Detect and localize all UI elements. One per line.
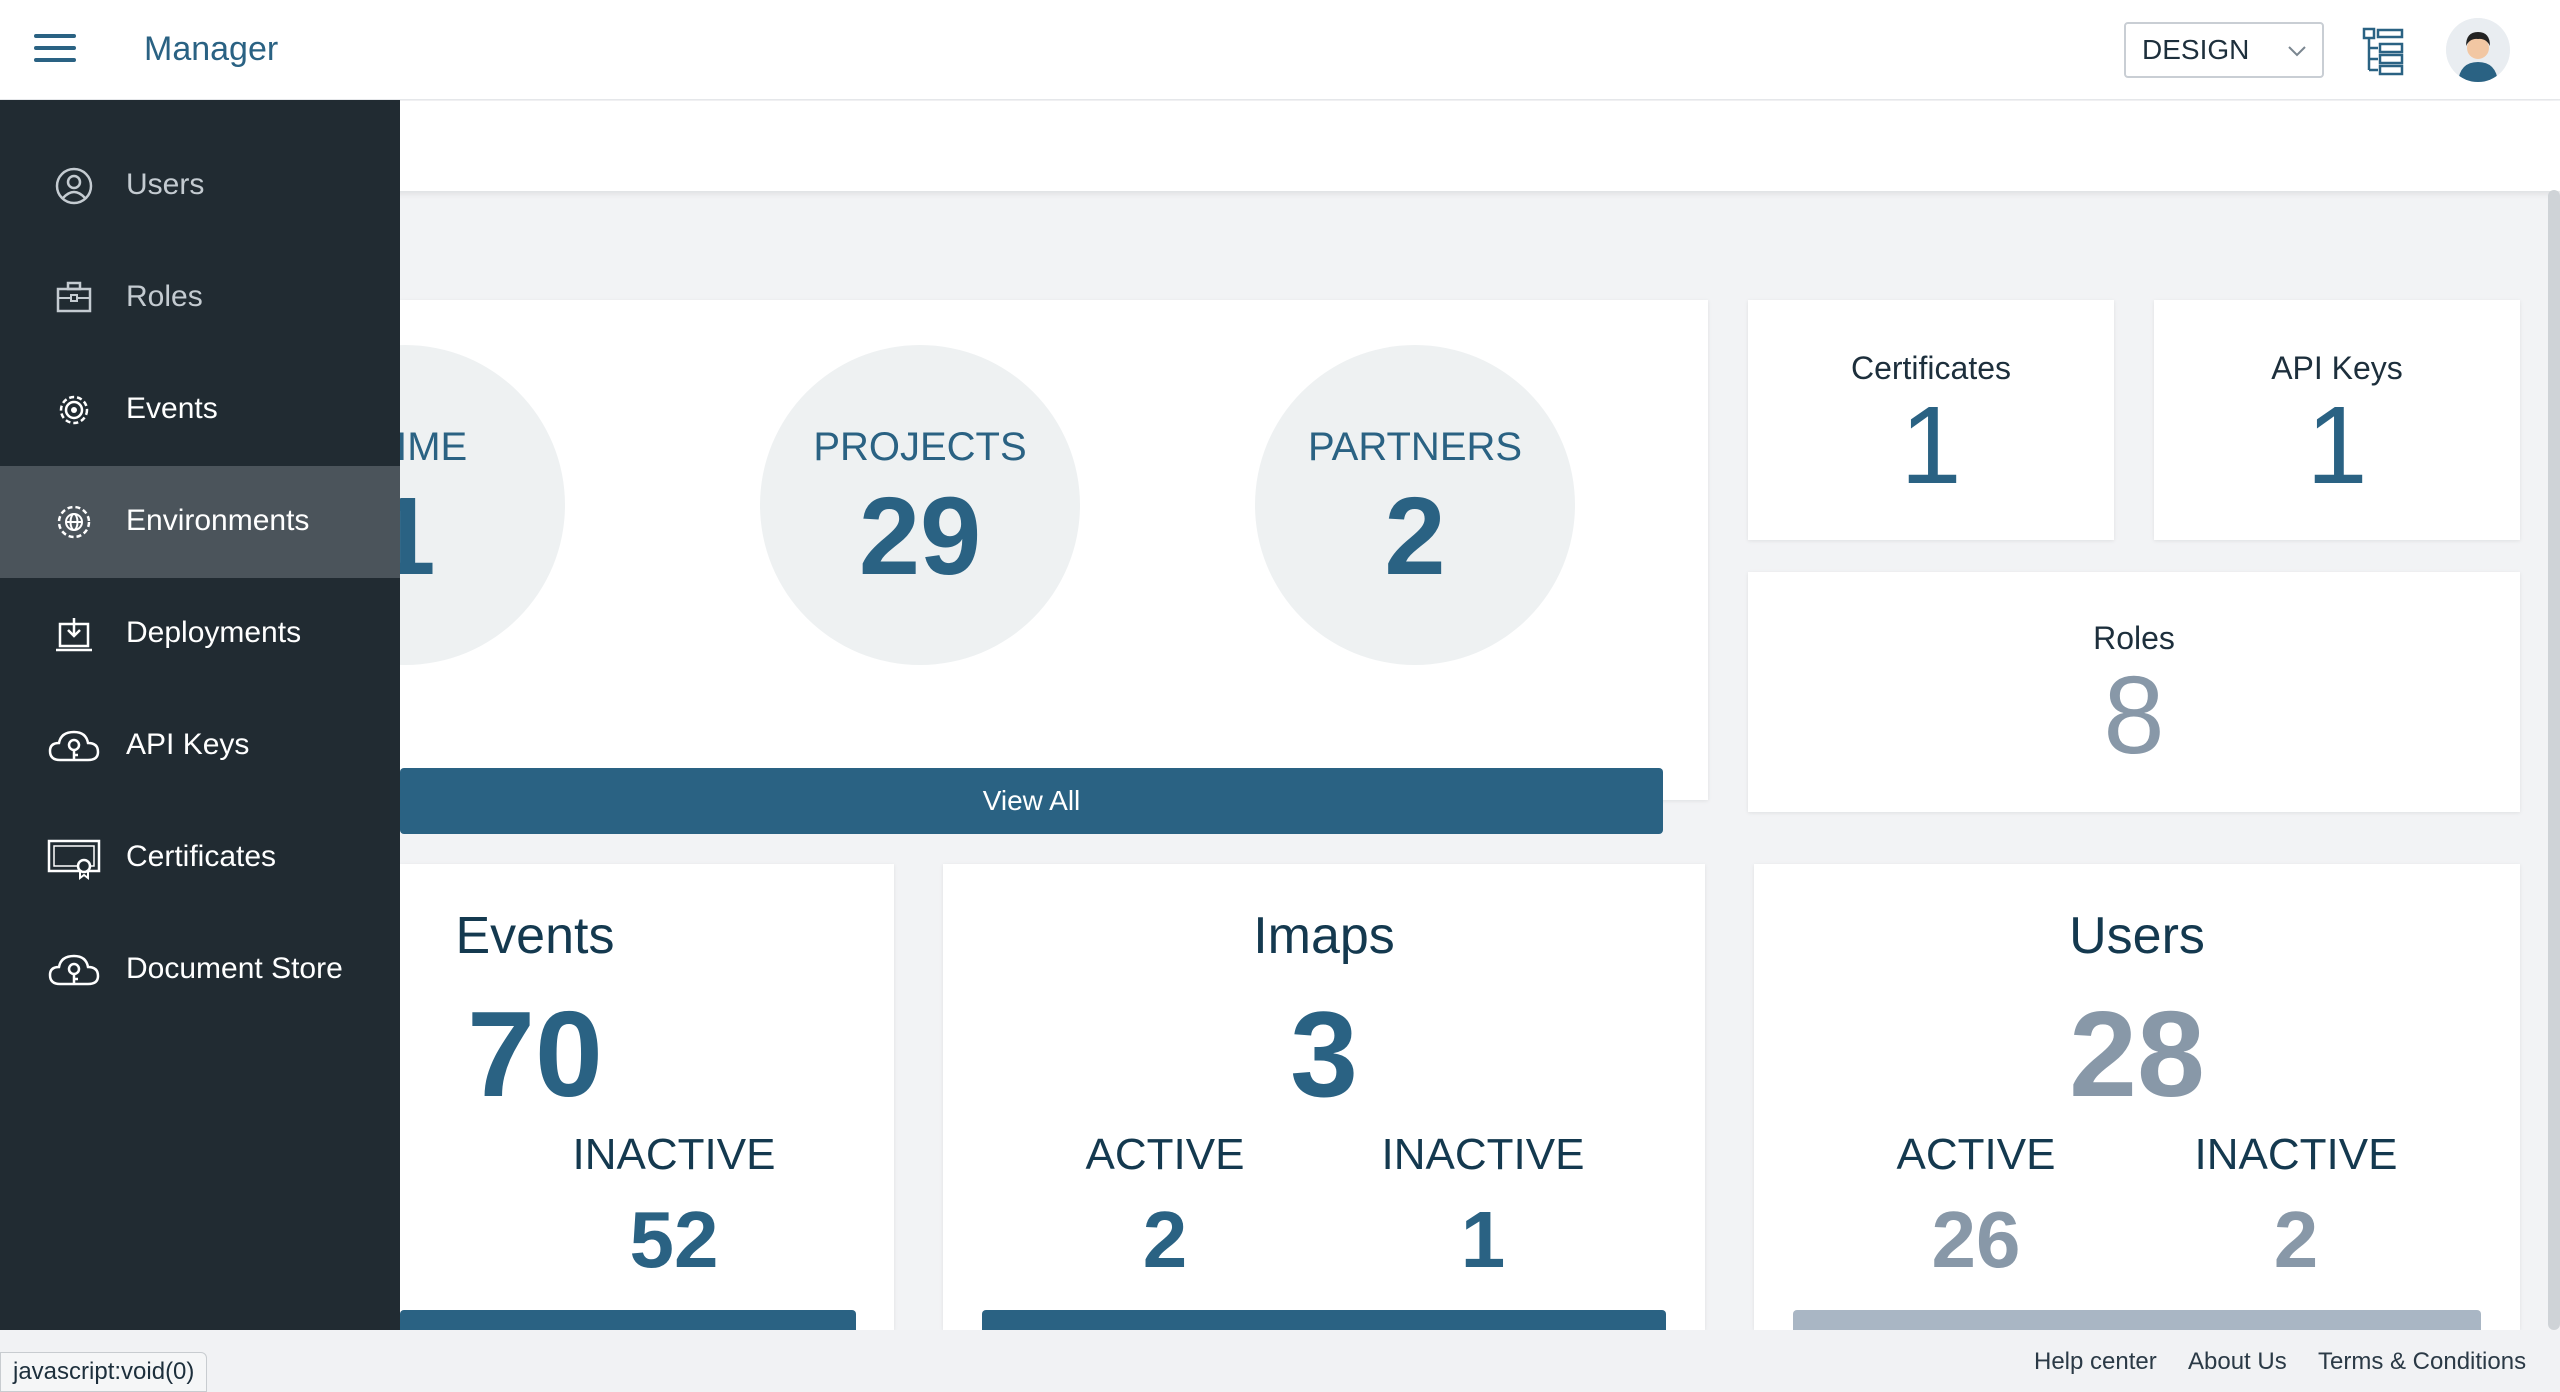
sidebar-item-environments[interactable]: Environments: [0, 466, 400, 578]
sidebar-item-label: Roles: [126, 280, 203, 313]
users-total: 28: [2069, 986, 2205, 1122]
sidebar-item-certificates[interactable]: Certificates: [0, 802, 400, 914]
sidebar-item-deployments[interactable]: Deployments: [0, 578, 400, 690]
sidebar-item-roles[interactable]: Roles: [0, 242, 400, 354]
partners-value: 2: [1384, 475, 1446, 598]
api-keys-value: 1: [2306, 384, 2368, 507]
imaps-card: Imaps 3 ACTIVE INACTIVE 2 1: [943, 864, 1705, 1330]
cloud-key-icon: [48, 954, 100, 986]
top-bar: Manager DESIGN: [0, 0, 2560, 100]
user-avatar-icon: [2446, 18, 2510, 82]
users-inactive-value: 2: [2273, 1195, 2319, 1284]
events-inactive-value: 52: [629, 1195, 719, 1284]
briefcase-icon: [56, 281, 92, 313]
deploy-icon: [56, 618, 92, 652]
sidebar-item-label: API Keys: [126, 728, 250, 761]
page-scrollbar[interactable]: [2548, 190, 2560, 1330]
users-active-value: 26: [1931, 1195, 2021, 1284]
imaps-inactive-label: INACTIVE: [1381, 1130, 1585, 1179]
api-keys-card[interactable]: API Keys 1: [2154, 300, 2520, 540]
tree-list-icon[interactable]: [2360, 26, 2406, 76]
imaps-active-value: 2: [1142, 1195, 1188, 1284]
user-circle-icon: [55, 167, 93, 205]
certificates-value: 1: [1900, 384, 1962, 507]
cloud-key-icon: [48, 730, 100, 762]
sidebar-item-label: Deployments: [126, 616, 302, 649]
partners-stat[interactable]: PARTNERS 2: [1255, 345, 1575, 665]
users-inactive-label: INACTIVE: [2194, 1130, 2398, 1179]
roles-value: 8: [2103, 654, 2165, 777]
certificate-icon: [47, 839, 101, 880]
partners-label: PARTNERS: [1307, 425, 1523, 469]
sidebar-item-users[interactable]: Users: [0, 130, 400, 242]
events-card: Events 70 E INACTIVE 52: [355, 864, 894, 1330]
projects-label: PROJECTS: [813, 425, 1027, 469]
sidebar-item-label: Events: [126, 392, 218, 425]
environment-value: DESIGN: [2142, 34, 2250, 65]
imaps-active-label: ACTIVE: [1085, 1130, 1245, 1179]
view-all-button[interactable]: View All: [400, 768, 1663, 834]
sidebar-item-document-store[interactable]: Document Store: [0, 914, 400, 1026]
help-center-link[interactable]: Help center: [2034, 1348, 2157, 1376]
sidebar-item-label: Document Store: [126, 952, 343, 985]
terms-link[interactable]: Terms & Conditions: [2318, 1348, 2526, 1376]
menu-icon[interactable]: [34, 34, 76, 64]
users-active-label: ACTIVE: [1896, 1130, 2056, 1179]
app-title: Manager: [144, 30, 279, 68]
chevron-down-icon: [2288, 46, 2306, 57]
status-bar-url: javascript:void(0): [0, 1352, 208, 1392]
sidebar: Users Roles Events Environments Deployme…: [0, 100, 400, 1392]
imaps-total: 3: [1290, 986, 1358, 1122]
globe-gear-icon: [57, 505, 91, 539]
sidebar-item-label: Certificates: [126, 840, 277, 873]
imaps-inactive-value: 1: [1460, 1195, 1506, 1284]
roles-card[interactable]: Roles 8: [1748, 572, 2520, 812]
imaps-title: Imaps: [1253, 907, 1395, 965]
projects-stat[interactable]: PROJECTS 29: [760, 345, 1080, 665]
sidebar-item-label: Environments: [126, 504, 310, 537]
users-view-button[interactable]: [1793, 1310, 2481, 1330]
sidebar-item-api-keys[interactable]: API Keys: [0, 690, 400, 802]
users-card: Users 28 ACTIVE INACTIVE 26 2: [1754, 864, 2520, 1330]
projects-value: 29: [858, 475, 982, 598]
about-us-link[interactable]: About Us: [2188, 1348, 2287, 1376]
footer: Help center About Us Terms & Conditions: [0, 1330, 2560, 1392]
imaps-view-button[interactable]: [982, 1310, 1666, 1330]
sidebar-item-label: Users: [126, 168, 205, 201]
certificates-card[interactable]: Certificates 1: [1748, 300, 2114, 540]
users-title: Users: [2069, 907, 2205, 965]
events-inactive-label: INACTIVE: [572, 1130, 776, 1179]
gear-icon: [59, 395, 89, 425]
sidebar-item-events[interactable]: Events: [0, 354, 400, 466]
environment-select[interactable]: DESIGN: [2124, 22, 2324, 78]
summary-card: NTIME 1 PROJECTS 29 PARTNERS 2: [245, 300, 1708, 800]
events-view-button[interactable]: [400, 1310, 856, 1330]
avatar[interactable]: [2446, 18, 2510, 82]
